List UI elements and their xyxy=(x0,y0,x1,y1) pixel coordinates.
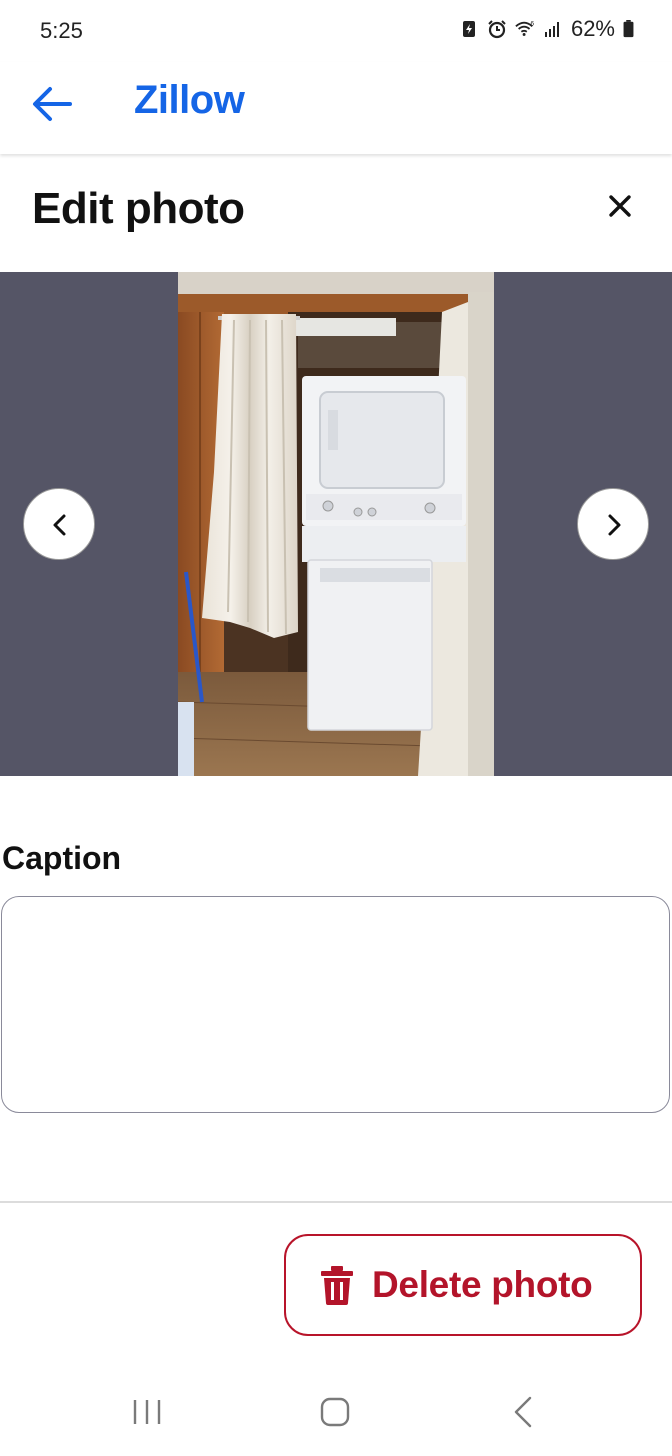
trash-icon xyxy=(321,1266,353,1305)
photo-gallery xyxy=(0,272,672,776)
battery-saver-icon xyxy=(462,21,475,37)
page-title: Edit photo xyxy=(32,184,245,233)
divider xyxy=(0,1201,672,1203)
chevron-left-icon xyxy=(53,514,66,536)
delete-photo-label: Delete photo xyxy=(372,1264,593,1305)
system-nav-bar xyxy=(0,1370,672,1456)
status-bar: 5:25 6 62% xyxy=(0,0,672,62)
recent-apps-icon[interactable] xyxy=(123,1392,171,1432)
signal-icon xyxy=(544,22,559,37)
app-bar: Zillow xyxy=(0,62,672,154)
laundry-closet-photo xyxy=(178,272,494,776)
app-title: Zillow xyxy=(134,78,245,122)
svg-text:6: 6 xyxy=(530,20,534,27)
delete-photo-button[interactable]: Delete photo xyxy=(284,1234,642,1336)
back-arrow-icon[interactable] xyxy=(30,82,74,126)
sheet-header: Edit photo xyxy=(0,156,672,272)
status-time: 5:25 xyxy=(40,18,83,43)
caption-label: Caption xyxy=(2,840,122,876)
home-icon[interactable] xyxy=(311,1392,359,1432)
chevron-right-icon xyxy=(608,514,621,536)
previous-photo-button[interactable] xyxy=(23,488,95,560)
close-icon[interactable] xyxy=(600,186,640,226)
battery-percent: 62% xyxy=(570,16,615,41)
wifi-icon: 6 xyxy=(515,20,534,36)
battery-icon xyxy=(623,20,634,38)
caption-input[interactable] xyxy=(1,896,670,1113)
status-icons: 6 62% xyxy=(459,16,634,42)
back-icon[interactable] xyxy=(499,1392,547,1432)
next-photo-button[interactable] xyxy=(577,488,649,560)
alarm-icon xyxy=(488,20,506,39)
